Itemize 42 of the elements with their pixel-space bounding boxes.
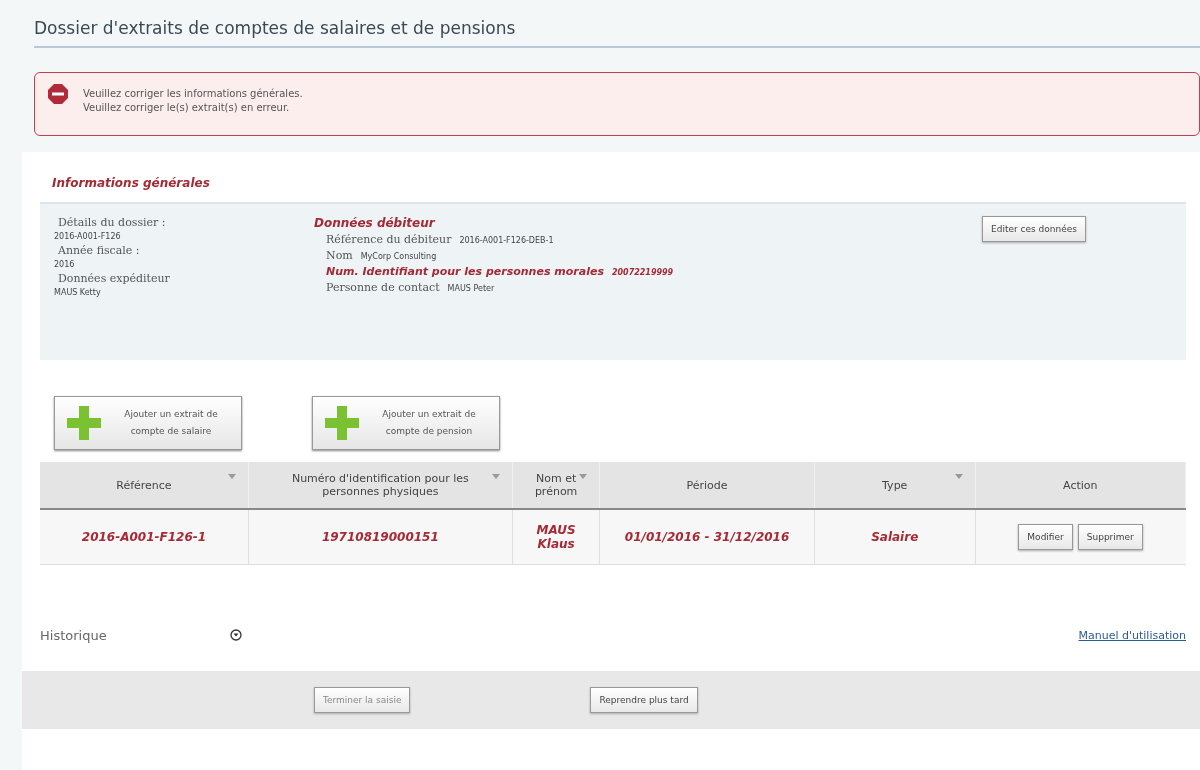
stop-icon	[47, 83, 69, 105]
history-label: Historique	[40, 627, 108, 643]
column-header[interactable]: Type	[814, 462, 976, 509]
plus-icon	[323, 404, 361, 442]
manual-link[interactable]: Manuel d'utilisation	[1078, 628, 1186, 642]
column-header[interactable]: Nom et prénom	[512, 462, 600, 509]
field-value: MAUS Peter	[447, 284, 495, 293]
field-label: Détails du dossier :	[58, 216, 167, 229]
field-label: Nom	[326, 249, 353, 262]
section-heading: Informations générales	[52, 176, 211, 190]
expand-icon[interactable]	[230, 629, 242, 641]
field-label: Données expéditeur	[58, 272, 171, 285]
table-cell: MAUS Klaus	[512, 509, 600, 565]
footer-button[interactable]: Reprendre plus tard	[590, 687, 698, 713]
field-value: MyCorp Consulting	[360, 252, 437, 261]
field-label: Num. Identifiant pour les personnes morales	[326, 265, 604, 278]
field-label: Référence du débiteur	[326, 233, 452, 246]
column-header[interactable]: Action	[975, 462, 1186, 509]
table-cell: Salaire	[814, 509, 976, 565]
field-label: Année fiscale :	[58, 244, 141, 257]
column-header[interactable]: Référence	[40, 462, 249, 509]
field-value: 2016	[54, 260, 76, 269]
subsection-heading: Données débiteur	[314, 216, 437, 230]
table-cell: 19710819000151	[248, 509, 513, 565]
field-value: 20072219999	[611, 268, 674, 277]
error-message: Veuillez corriger le(s) extrait(s) en erreur.	[83, 102, 291, 113]
row-action-button[interactable]: Supprimer	[1077, 524, 1143, 550]
add-statement-button[interactable]: Ajouter un extrait de compte de pension	[312, 396, 500, 450]
field-value: 2016-A001-F126	[54, 232, 122, 241]
field-label: Personne de contact	[326, 281, 440, 294]
column-header[interactable]: Période	[599, 462, 815, 509]
edit-button[interactable]: Editer ces données	[982, 216, 1086, 242]
column-header[interactable]: Numéro d'identification pour les personnes physiques	[248, 462, 513, 509]
field-value: 2016-A001-F126-DEB-1	[459, 236, 554, 245]
plus-icon	[65, 404, 103, 442]
error-message: Veuillez corriger les informations générales.	[83, 88, 303, 99]
page-title: Dossier d'extraits de comptes de salaires et de pensions	[34, 18, 517, 40]
row-action-button[interactable]: Modifier	[1018, 524, 1073, 550]
table-cell: 01/01/2016 - 31/12/2016	[599, 509, 815, 565]
add-statement-button[interactable]: Ajouter un extrait de compte de salaire	[54, 396, 242, 450]
table-cell: 2016-A001-F126-1	[40, 509, 249, 565]
field-value: MAUS Ketty	[54, 288, 102, 297]
